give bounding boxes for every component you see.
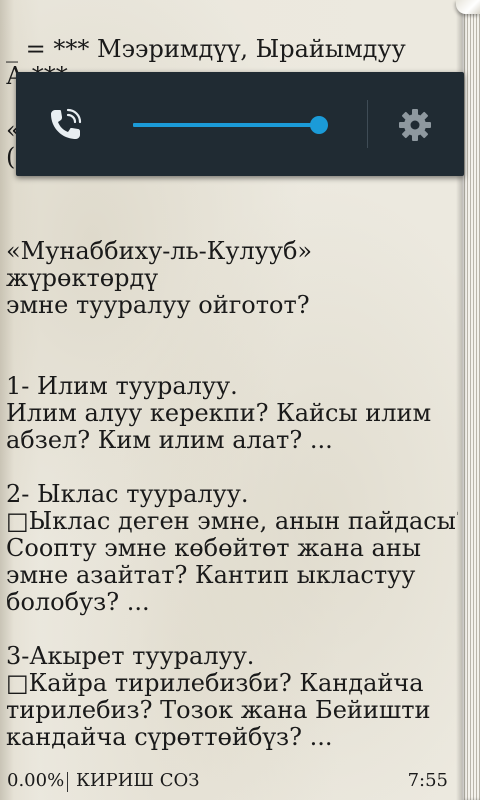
- text-line: Илим алуу керекпи? Кайсы илим: [6, 400, 432, 427]
- volume-panel: [16, 72, 464, 176]
- text-line: «Мунаббиху-ль-Кулууб»: [6, 238, 313, 265]
- status-divider: [67, 772, 68, 792]
- text-line: эмне тууралуу ойготот?: [6, 292, 310, 319]
- page-curl-corner[interactable]: [456, 0, 480, 14]
- clock: 7:55: [407, 770, 448, 791]
- text-line: тирилебиз? Тозок жана Бейишти: [6, 697, 431, 724]
- volume-slider-thumb[interactable]: [310, 116, 328, 134]
- text-line: Соопту эмне көбөйтөт жана аны: [6, 535, 421, 562]
- phone-call-volume-icon[interactable]: [46, 104, 86, 144]
- text-line: _ = *** Мээримдүү, Ырайымдуу: [6, 36, 406, 63]
- text-line: болобуз? ...: [6, 589, 150, 616]
- text-line: 1- Илим тууралуу.: [6, 373, 238, 400]
- text-line: абзел? Ким илим алат? ...: [6, 427, 333, 454]
- text-line: эмне азайтат? Кантип ыкластуу: [6, 562, 416, 589]
- reader-status-bar: 0.00% КИРИШ СОЗ 7:55: [0, 766, 462, 798]
- text-line: жүрөктөрдү: [6, 265, 158, 292]
- reading-progress: 0.00%: [7, 770, 65, 791]
- text-line: □Кайра тирилебизби? Кандайча: [6, 670, 424, 697]
- text-line: □Ыклас деген эмне, анын пайдасы?: [6, 508, 458, 535]
- panel-divider: [367, 100, 368, 148]
- gear-icon[interactable]: [396, 106, 434, 144]
- chapter-title[interactable]: КИРИШ СОЗ: [76, 770, 199, 791]
- text-line: 3-Акырет тууралуу.: [6, 643, 255, 670]
- text-line: кандайча сүрөттөйбүз? ...: [6, 724, 333, 751]
- text-line: 2- Ыклас тууралуу.: [6, 481, 249, 508]
- page-stack-edge: [456, 0, 480, 800]
- volume-slider-track[interactable]: [133, 123, 319, 127]
